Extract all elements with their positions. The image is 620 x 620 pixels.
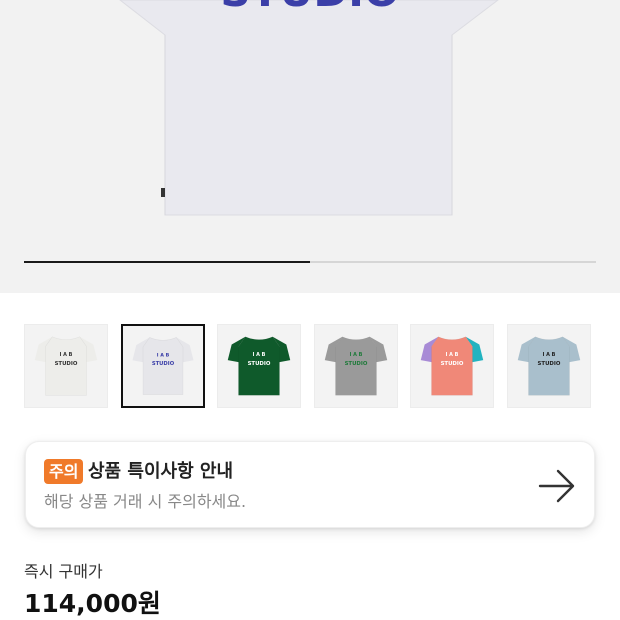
notice-title: 상품 특이사항 안내 [88,461,234,482]
svg-text:I A B: I A B [253,352,266,358]
svg-text:I A B: I A B [446,352,459,358]
product-hero-image[interactable]: STUDIO [0,0,620,293]
svg-text:STUDIO: STUDIO [538,361,561,367]
svg-text:I A B: I A B [60,352,73,358]
print-text: STUDIO [220,0,399,16]
price-value: 114,000원 [24,589,161,618]
svg-text:I A B: I A B [350,352,363,358]
tshirt-icon: I A B STUDIO [227,336,291,396]
thumbnail-white[interactable]: I A B STUDIO [24,324,108,408]
thumbnail-green[interactable]: I A B STUDIO [217,324,301,408]
tshirt-icon: I A B STUDIO [420,336,484,396]
svg-text:STUDIO: STUDIO [441,361,464,367]
svg-text:STUDIO: STUDIO [152,361,175,367]
thumbnail-gray[interactable]: I A B STUDIO [314,324,398,408]
svg-text:STUDIO: STUDIO [345,361,368,367]
thumbnail-light-gray[interactable]: I A B STUDIO [121,324,205,408]
notice-description: 해당 상품 거래 시 주의하세요. [44,492,247,511]
arrow-right-icon[interactable] [536,466,578,506]
price-label: 즉시 구매가 [24,562,103,581]
svg-text:I A B: I A B [543,352,556,358]
tshirt-icon: I A B STUDIO [324,336,388,396]
svg-text:STUDIO: STUDIO [55,361,78,367]
carousel-progress [24,261,596,263]
color-thumbnails: I A B STUDIO I A B STUDIO I A B STUDIO I A B ST… [24,324,596,410]
tshirt-image: STUDIO [119,0,499,216]
carousel-progress-fill [24,261,310,263]
notice-card[interactable]: 주의 상품 특이사항 안내 해당 상품 거래 시 주의하세요. [25,441,595,528]
svg-text:I A B: I A B [157,352,170,358]
svg-text:STUDIO: STUDIO [248,361,271,367]
thumbnail-light-blue[interactable]: I A B STUDIO [507,324,591,408]
tshirt-icon: I A B STUDIO [132,337,194,395]
tshirt-icon: I A B STUDIO [517,336,581,396]
thumbnail-coral[interactable]: I A B STUDIO [410,324,494,408]
tshirt-icon: I A B STUDIO [34,336,98,396]
caution-badge: 주의 [44,459,84,484]
